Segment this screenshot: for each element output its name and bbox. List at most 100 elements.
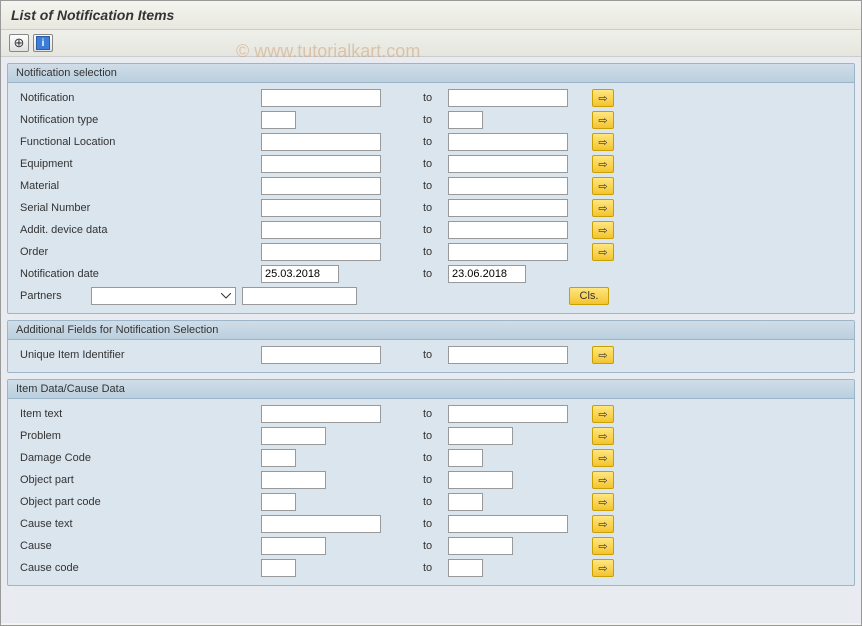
row-material: Material to ⇨ (16, 175, 846, 197)
partners-select[interactable] (91, 287, 236, 305)
cause-text-to-input[interactable] (448, 515, 568, 533)
arrow-right-icon: ⇨ (598, 452, 607, 465)
row-unique-item-identifier: Unique Item Identifier to ⇨ (16, 344, 846, 366)
arrow-right-icon: ⇨ (598, 518, 607, 531)
execute-button[interactable]: ⊕ (9, 34, 29, 52)
multiple-selection-button[interactable]: ⇨ (592, 155, 614, 173)
group-additional-fields: Additional Fields for Notification Selec… (7, 320, 855, 373)
multiple-selection-button[interactable]: ⇨ (592, 199, 614, 217)
arrow-right-icon: ⇨ (598, 180, 607, 193)
row-functional-location: Functional Location to ⇨ (16, 131, 846, 153)
row-problem: Problem to ⇨ (16, 425, 846, 447)
label-object-part-code: Object part code (16, 496, 276, 508)
title-bar: List of Notification Items (1, 1, 861, 30)
notification-date-to-input[interactable] (448, 265, 526, 283)
multiple-selection-button[interactable]: ⇨ (592, 133, 614, 151)
label-material: Material (16, 180, 146, 192)
label-cause: Cause (16, 540, 276, 552)
label-notification: Notification (16, 92, 146, 104)
problem-from-input[interactable] (261, 427, 326, 445)
functional-location-to-input[interactable] (448, 133, 568, 151)
item-text-to-input[interactable] (448, 405, 568, 423)
material-from-input[interactable] (261, 177, 381, 195)
multiple-selection-button[interactable]: ⇨ (592, 537, 614, 555)
equipment-from-input[interactable] (261, 155, 381, 173)
multiple-selection-button[interactable]: ⇨ (592, 427, 614, 445)
partners-value-input[interactable] (242, 287, 357, 305)
damage-code-to-input[interactable] (448, 449, 483, 467)
cause-code-from-input[interactable] (261, 559, 296, 577)
object-part-from-input[interactable] (261, 471, 326, 489)
clock-icon: ⊕ (14, 35, 25, 51)
order-to-input[interactable] (448, 243, 568, 261)
unique-item-identifier-from-input[interactable] (261, 346, 381, 364)
arrow-right-icon: ⇨ (598, 224, 607, 237)
notification-date-from-input[interactable] (261, 265, 339, 283)
damage-code-from-input[interactable] (261, 449, 296, 467)
serial-number-to-input[interactable] (448, 199, 568, 217)
multiple-selection-button[interactable]: ⇨ (592, 515, 614, 533)
to-label: to (423, 562, 448, 574)
cause-to-input[interactable] (448, 537, 513, 555)
multiple-selection-button[interactable]: ⇨ (592, 243, 614, 261)
to-label: to (423, 540, 448, 552)
multiple-selection-button[interactable]: ⇨ (592, 449, 614, 467)
multiple-selection-button[interactable]: ⇨ (592, 177, 614, 195)
order-from-input[interactable] (261, 243, 381, 261)
cause-code-to-input[interactable] (448, 559, 483, 577)
to-label: to (423, 92, 448, 104)
arrow-right-icon: ⇨ (598, 474, 607, 487)
object-part-to-input[interactable] (448, 471, 513, 489)
notification-type-from-input[interactable] (261, 111, 296, 129)
cause-from-input[interactable] (261, 537, 326, 555)
arrow-right-icon: ⇨ (598, 246, 607, 259)
arrow-right-icon: ⇨ (598, 408, 607, 421)
cause-text-from-input[interactable] (261, 515, 381, 533)
multiple-selection-button[interactable]: ⇨ (592, 471, 614, 489)
multiple-selection-button[interactable]: ⇨ (592, 405, 614, 423)
row-notification-date: Notification date to (16, 263, 846, 285)
label-order: Order (16, 246, 146, 258)
material-to-input[interactable] (448, 177, 568, 195)
functional-location-from-input[interactable] (261, 133, 381, 151)
arrow-right-icon: ⇨ (598, 540, 607, 553)
cls-label: Cls. (580, 290, 599, 302)
label-notification-date: Notification date (16, 268, 146, 280)
arrow-right-icon: ⇨ (598, 92, 607, 105)
multiple-selection-button[interactable]: ⇨ (592, 221, 614, 239)
notification-type-to-input[interactable] (448, 111, 483, 129)
multiple-selection-button[interactable]: ⇨ (592, 346, 614, 364)
arrow-right-icon: ⇨ (598, 562, 607, 575)
cls-button[interactable]: Cls. (569, 287, 609, 305)
problem-to-input[interactable] (448, 427, 513, 445)
multiple-selection-button[interactable]: ⇨ (592, 559, 614, 577)
arrow-right-icon: ⇨ (598, 496, 607, 509)
unique-item-identifier-to-input[interactable] (448, 346, 568, 364)
label-functional-location: Functional Location (16, 136, 146, 148)
group-body: Item text to ⇨ Problem to ⇨ Damage Code … (8, 399, 854, 585)
arrow-right-icon: ⇨ (598, 349, 607, 362)
object-part-code-from-input[interactable] (261, 493, 296, 511)
notification-from-input[interactable] (261, 89, 381, 107)
content-area: Notification selection Notification to ⇨… (1, 57, 861, 623)
info-button[interactable]: i (33, 34, 53, 52)
addit-device-data-from-input[interactable] (261, 221, 381, 239)
multiple-selection-button[interactable]: ⇨ (592, 89, 614, 107)
to-label: to (423, 408, 448, 420)
to-label: to (423, 224, 448, 236)
to-label: to (423, 114, 448, 126)
item-text-from-input[interactable] (261, 405, 381, 423)
object-part-code-to-input[interactable] (448, 493, 483, 511)
multiple-selection-button[interactable]: ⇨ (592, 111, 614, 129)
equipment-to-input[interactable] (448, 155, 568, 173)
label-damage-code: Damage Code (16, 452, 276, 464)
arrow-right-icon: ⇨ (598, 158, 607, 171)
row-serial-number: Serial Number to ⇨ (16, 197, 846, 219)
multiple-selection-button[interactable]: ⇨ (592, 493, 614, 511)
to-label: to (423, 268, 448, 280)
to-label: to (423, 474, 448, 486)
addit-device-data-to-input[interactable] (448, 221, 568, 239)
label-object-part: Object part (16, 474, 276, 486)
notification-to-input[interactable] (448, 89, 568, 107)
serial-number-from-input[interactable] (261, 199, 381, 217)
